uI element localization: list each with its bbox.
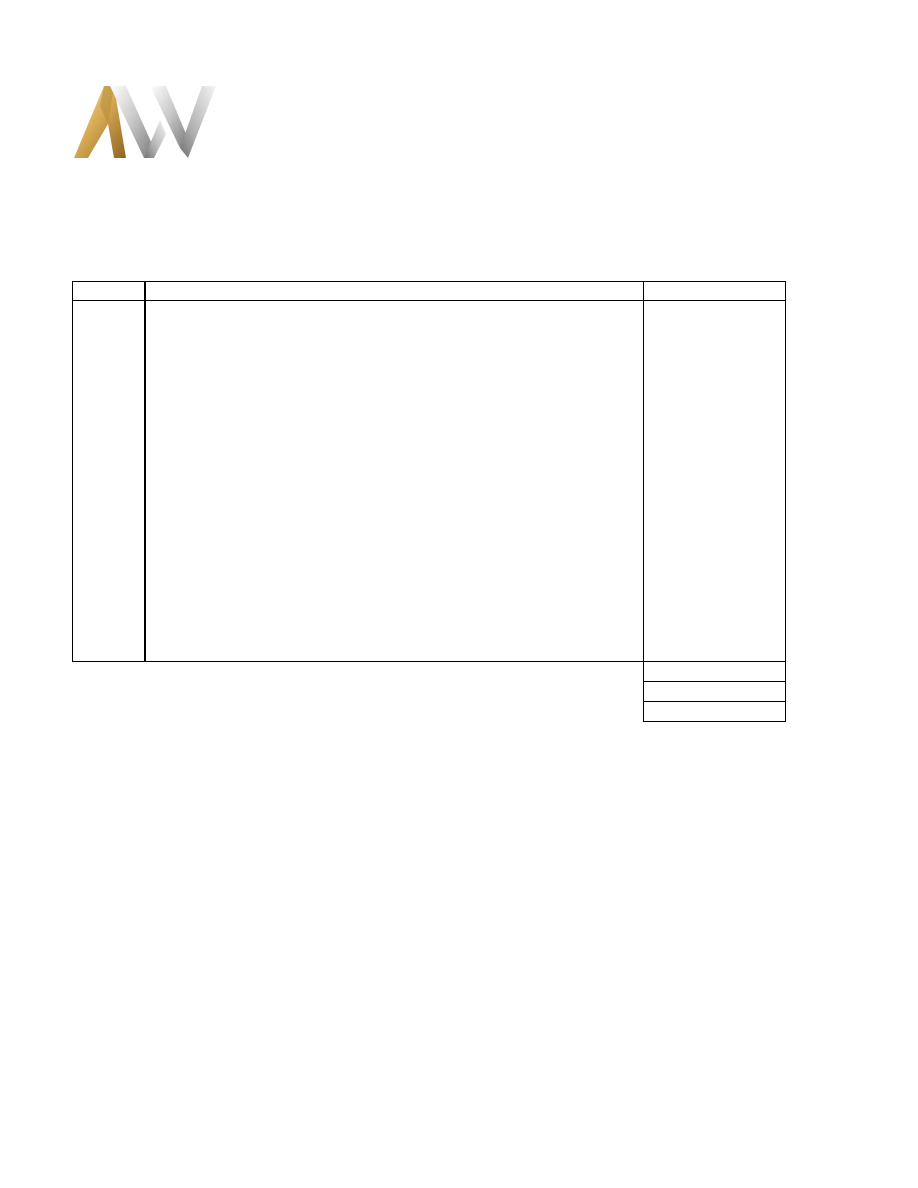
header-amount-cell [643,281,786,301]
header-description-cell [144,281,644,301]
summary-cell-1 [643,661,786,682]
invoice-table [72,281,786,722]
body-amount-cell [643,300,786,662]
summary-cell-3 [643,701,786,722]
aw-logo-icon [74,86,216,158]
body-qty-cell [72,300,145,662]
summary-cell-2 [643,681,786,702]
header-qty-cell [72,281,145,301]
body-description-cell [144,300,644,662]
silver-w-tail [180,86,216,158]
